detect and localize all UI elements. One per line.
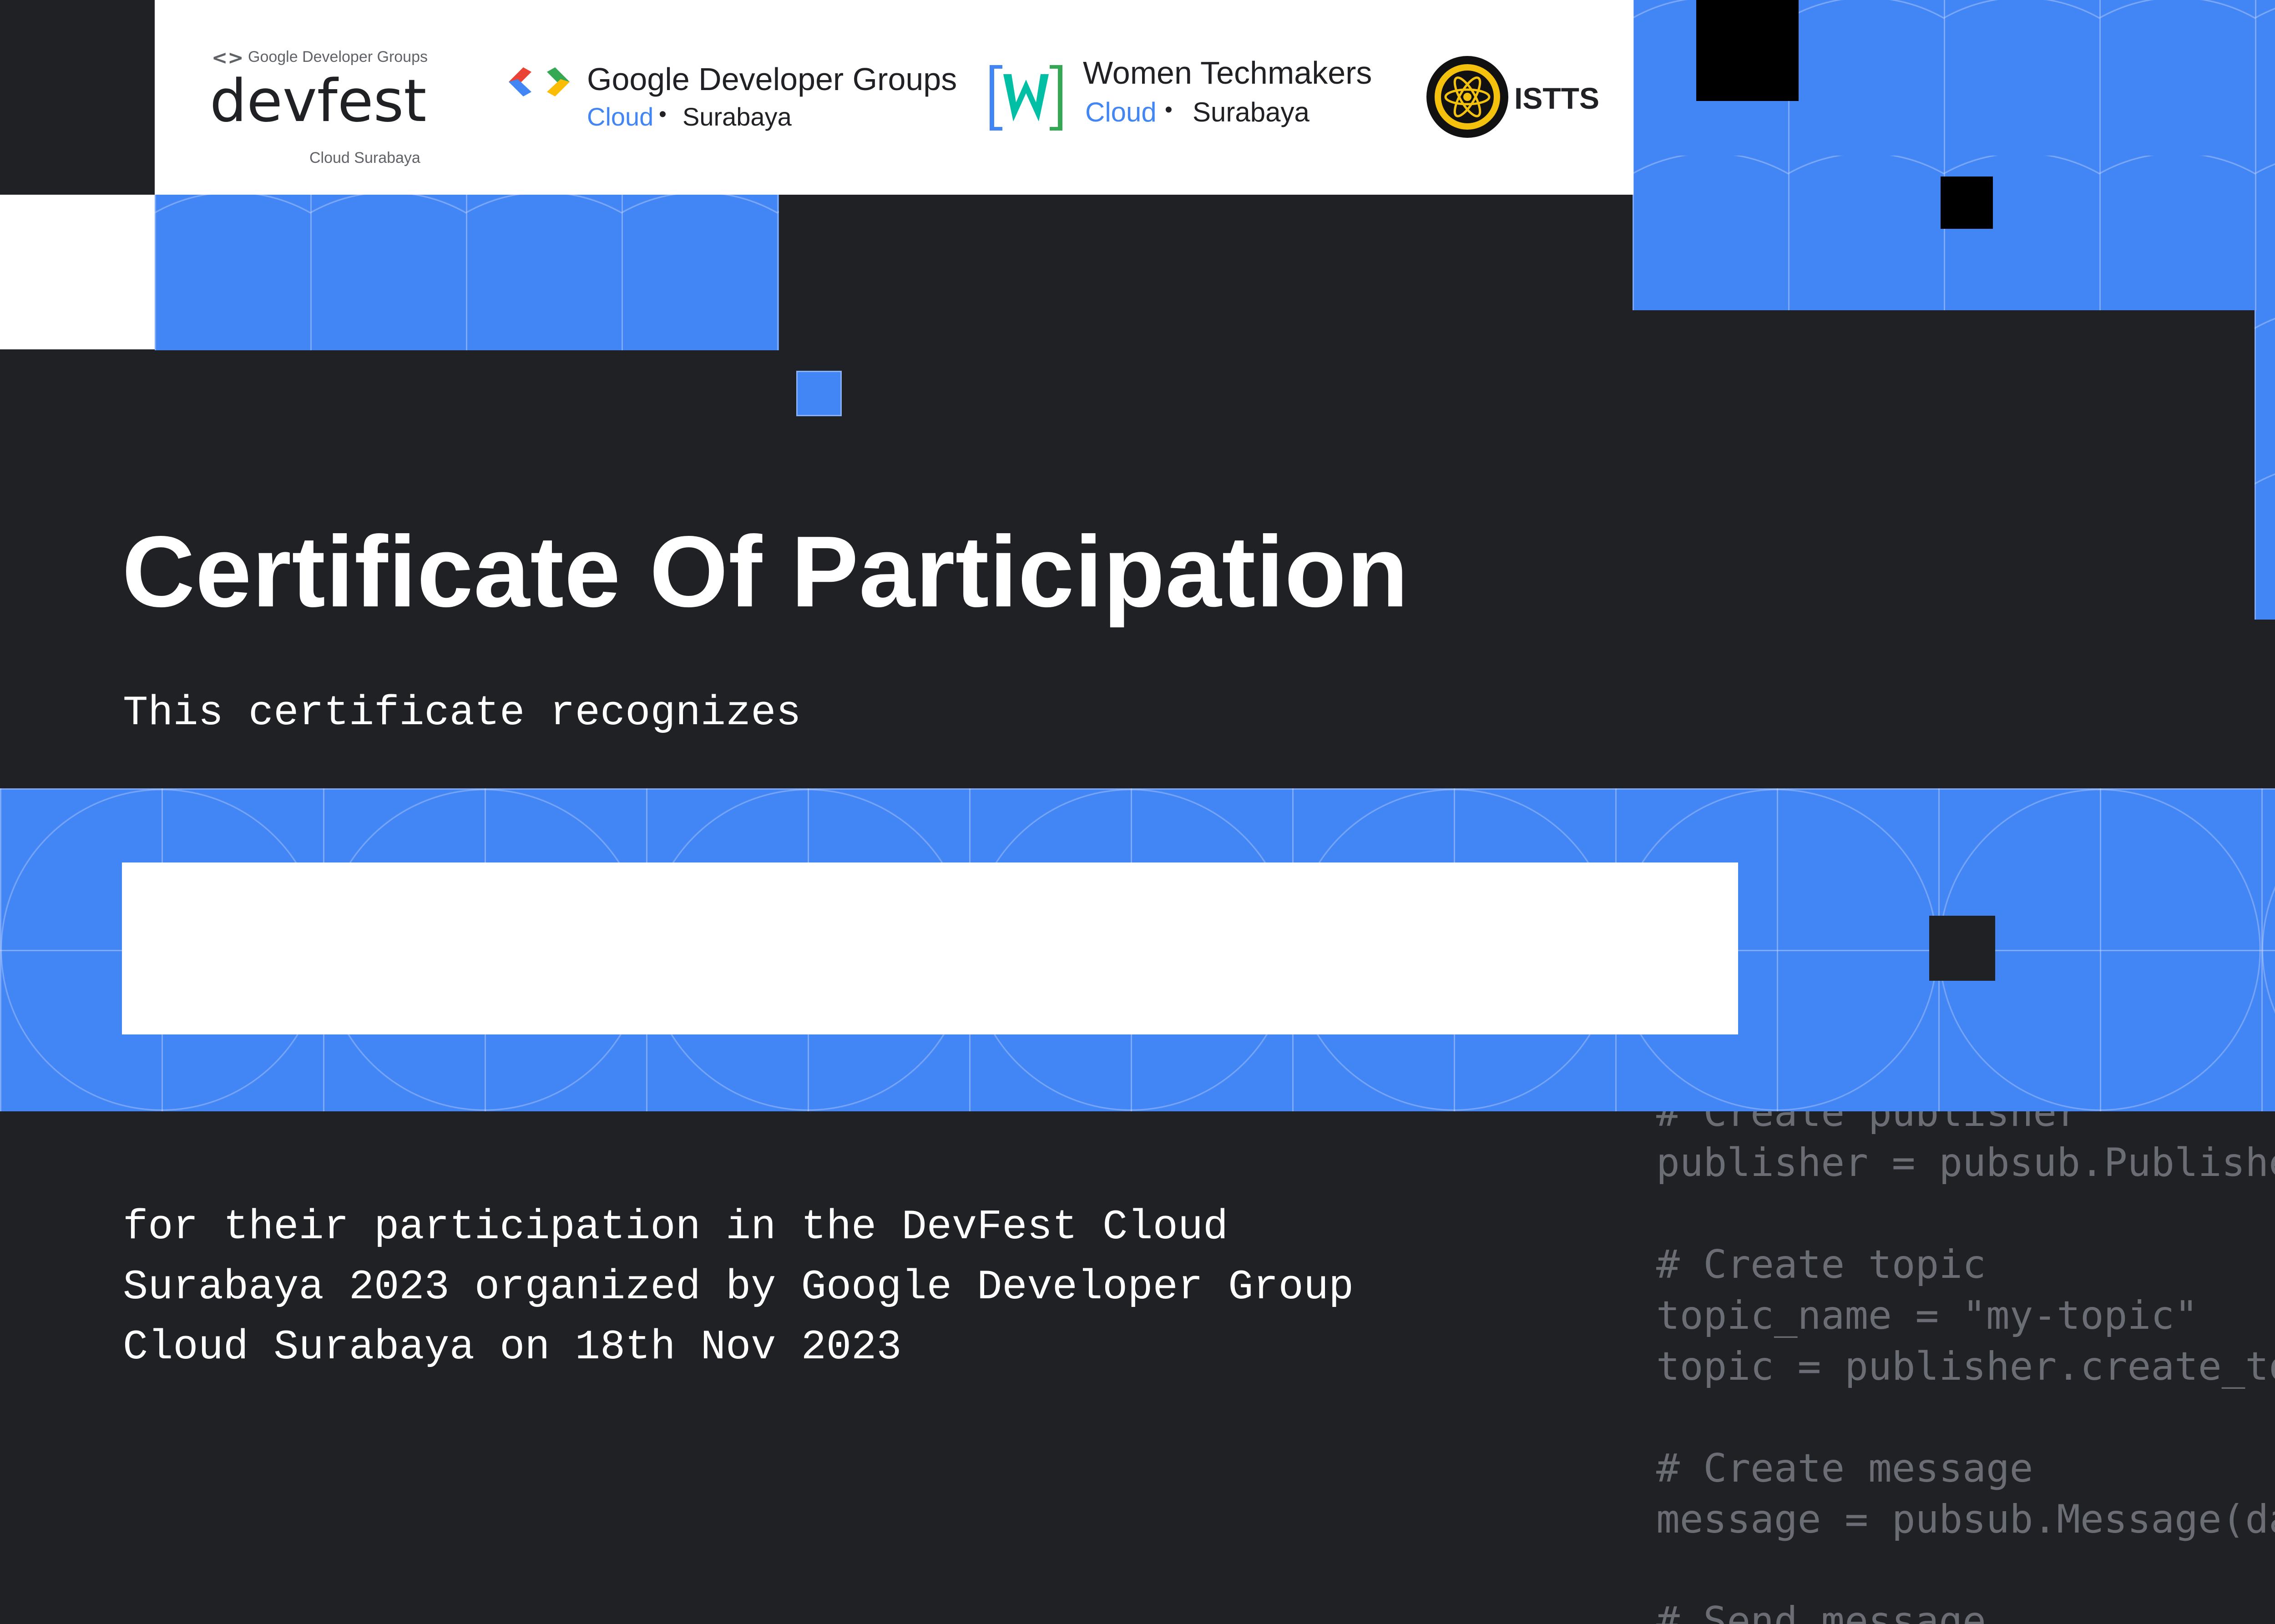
pattern-right-edge xyxy=(2255,310,2275,620)
recipient-name-box xyxy=(122,862,1738,1034)
wtm-logo: Women Techmakers Cloud • Surabaya xyxy=(985,55,1422,146)
pattern-top-left xyxy=(155,195,779,350)
istts-logo: ISTTS xyxy=(1424,54,1615,145)
certificate-title: Certificate Of Participation xyxy=(122,515,1409,628)
wtm-logo-sep: • xyxy=(1165,98,1173,122)
logo-strip: <> Google Developer Groups devfest Cloud… xyxy=(155,0,1633,195)
white-accent-block xyxy=(0,195,155,349)
participation-line-2: Surabaya 2023 organized by Google Develo… xyxy=(123,1263,1354,1311)
participation-line-1: for their participation in the DevFest C… xyxy=(123,1203,1228,1251)
dark-square-band xyxy=(1929,916,1995,981)
code-line-8: # Create message xyxy=(1656,1446,2033,1491)
black-square-top xyxy=(1696,0,1799,101)
code-line-2: publisher = pubsub.Publishe xyxy=(1656,1140,2275,1185)
gdg-logo-sep: • xyxy=(659,102,667,126)
small-blue-square xyxy=(796,371,842,416)
devfest-sub-label: Cloud Surabaya xyxy=(309,149,420,166)
devfest-wordmark: devfest xyxy=(210,67,427,135)
gdg-brackets-icon: <> xyxy=(212,46,244,69)
devfest-org-label: Google Developer Groups xyxy=(248,48,428,66)
pattern-middle-band-edge xyxy=(1620,1083,2275,1111)
recognizes-text: This certificate recognizes xyxy=(123,689,801,737)
wtm-logo-name: Women Techmakers xyxy=(1083,55,1372,91)
wtm-logo-city: Surabaya xyxy=(1193,97,1309,127)
gdg-logo-cloud: Cloud xyxy=(587,102,654,131)
gdg-logo-name: Google Developer Groups xyxy=(587,61,957,97)
gdg-chevrons-icon xyxy=(509,67,570,96)
code-line-11: # Send message xyxy=(1656,1599,1986,1624)
istts-seal-icon xyxy=(1426,56,1508,138)
code-line-6: topic = publisher.create_to xyxy=(1656,1344,2275,1389)
devfest-logo: <> Google Developer Groups devfest Cloud… xyxy=(210,45,428,173)
gdg-cloud-logo: Google Developer Groups Cloud • Surabaya xyxy=(505,59,960,141)
participation-line-3: Cloud Surabaya on 18th Nov 2023 xyxy=(123,1323,902,1371)
istts-logo-name: ISTTS xyxy=(1514,81,1600,115)
gdg-logo-city: Surabaya xyxy=(682,102,792,131)
code-line-9: message = pubsub.Message(da xyxy=(1656,1497,2275,1542)
code-line-5: topic_name = "my-topic" xyxy=(1656,1293,2198,1338)
certificate-page: <> Google Developer Groups devfest Cloud… xyxy=(0,0,2275,1624)
black-square-small xyxy=(1941,177,1993,229)
code-line-4: # Create topic xyxy=(1656,1242,1986,1287)
wtm-w-icon xyxy=(990,65,1062,131)
wtm-logo-cloud: Cloud xyxy=(1085,97,1157,127)
